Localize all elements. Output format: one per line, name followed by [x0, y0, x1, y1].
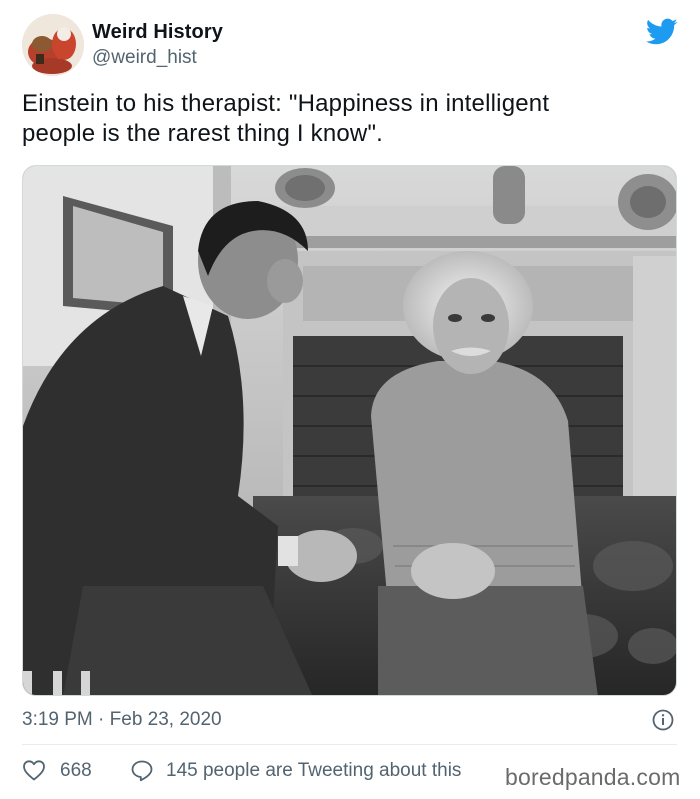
tweet-text-line: Einstein to his therapist: "Happiness in…: [22, 90, 550, 117]
heart-icon[interactable]: [22, 759, 46, 781]
avatar[interactable]: [22, 14, 84, 76]
speech-bubble-icon[interactable]: [130, 759, 154, 782]
author-handle[interactable]: @weird_hist: [92, 47, 197, 69]
divider: [22, 744, 677, 745]
tweet-photo[interactable]: [22, 165, 677, 696]
author-name[interactable]: Weird History: [92, 21, 223, 44]
tweet-text: Einstein to his therapist: "Happiness in…: [22, 89, 672, 149]
reply-conversation-link[interactable]: 145 people are Tweeting about this: [166, 760, 461, 782]
info-icon[interactable]: [652, 709, 674, 731]
twitter-bird-icon[interactable]: [645, 18, 678, 46]
tweet-card: Weird History @weird_hist Einstein to hi…: [0, 0, 700, 799]
like-count[interactable]: 668: [60, 760, 92, 782]
watermark: boredpanda.com: [505, 764, 681, 790]
tweet-text-line: people is the rarest thing I know".: [22, 120, 384, 147]
tweet-timestamp[interactable]: 3:19 PM · Feb 23, 2020: [22, 709, 222, 731]
